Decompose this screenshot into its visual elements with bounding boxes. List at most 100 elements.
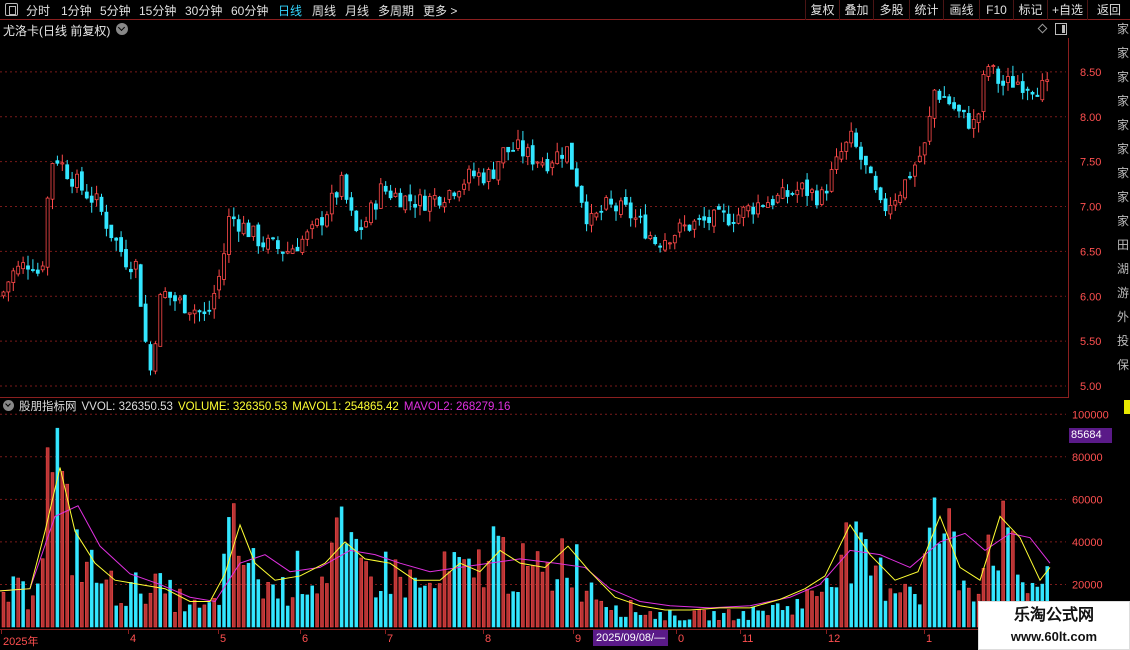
volume-bar <box>643 614 648 628</box>
volume-bar <box>795 598 800 628</box>
candle-body <box>285 251 290 254</box>
candle-body <box>819 189 824 205</box>
volume-bar <box>859 532 863 628</box>
watermark-title: 乐淘公式网 <box>1013 607 1094 624</box>
price-tick-label: 5.50 <box>1080 336 1101 348</box>
volume-bar <box>957 590 961 628</box>
candle-body <box>378 183 383 209</box>
volume-bar <box>31 595 35 628</box>
volume-bar <box>109 570 114 628</box>
candle-body <box>893 200 898 206</box>
candle-body <box>295 246 300 252</box>
candle-body <box>197 310 202 313</box>
date-tick <box>128 630 129 634</box>
volume-bar <box>447 571 452 628</box>
candle-body <box>256 224 261 247</box>
volume-bar <box>36 583 40 628</box>
candle-body <box>50 163 55 200</box>
volume-bar <box>687 619 692 628</box>
candle-body <box>124 249 128 268</box>
volume-bar <box>952 531 956 628</box>
volume-bar <box>521 543 525 628</box>
volume-bar <box>751 606 755 628</box>
volume-bar <box>60 471 65 628</box>
volume-bar <box>207 602 212 628</box>
volume-bar <box>472 577 476 628</box>
candle-body <box>413 204 418 208</box>
candle-body <box>584 201 589 225</box>
chevron-down-icon[interactable] <box>3 400 14 411</box>
volume-bar <box>178 588 182 628</box>
watermark-logo: 乐淘公式网 www.60lt.com <box>978 601 1130 650</box>
indicator-name[interactable]: 股朋指标网 <box>19 401 77 413</box>
date-tick <box>740 630 741 634</box>
volume-bar <box>197 607 202 628</box>
volume-bar <box>55 427 60 628</box>
candle-body <box>859 146 863 160</box>
volume-bar <box>555 579 559 628</box>
side-panel-glyph: 家 <box>1117 22 1130 36</box>
volume-bar <box>829 586 834 628</box>
volume-bar <box>854 521 858 628</box>
volume-bar <box>163 593 167 628</box>
candle-body <box>555 151 560 165</box>
volume-bar <box>379 591 383 628</box>
candle-body <box>45 197 50 268</box>
candle-body <box>40 265 45 271</box>
volume-bar <box>918 604 922 628</box>
candle-body <box>550 162 555 169</box>
volume-bar <box>94 582 99 628</box>
candle-body <box>506 146 511 153</box>
candle-body <box>702 216 707 221</box>
price-tick-label: 7.50 <box>1080 157 1101 169</box>
volume-bar <box>638 614 643 628</box>
volume-tick-label: 20000 <box>1072 579 1103 591</box>
candle-body <box>540 162 545 166</box>
volume-bar <box>717 620 721 628</box>
volume-bar <box>506 593 510 628</box>
kline-chart[interactable]: 5.00 5.50 6.00 6.50 7.00 7.50 8.00 8.50 20000 400… <box>0 0 1130 650</box>
candle-body <box>212 293 217 310</box>
vvol-value: VVOL: 326350.53 <box>81 401 173 413</box>
candle-body <box>687 224 692 231</box>
candle-body <box>217 275 222 291</box>
candle-body <box>427 196 432 212</box>
volume-bar <box>766 615 770 628</box>
volume-bar <box>550 590 555 628</box>
candle-body <box>761 205 765 207</box>
candle-body <box>182 294 187 314</box>
volume-bar <box>168 579 172 628</box>
volume-bar <box>707 620 711 628</box>
volume-bar <box>658 611 662 628</box>
volume-bar <box>148 592 153 628</box>
volume-bar <box>281 577 285 628</box>
candle-body <box>192 309 197 315</box>
volume-bar <box>908 586 912 628</box>
candle-body <box>481 172 486 184</box>
volume-bar <box>530 565 535 628</box>
volume-bar <box>888 588 893 628</box>
candle-body <box>746 205 751 212</box>
volume-bar <box>731 620 736 628</box>
candle-body <box>393 192 398 197</box>
volume-bar <box>584 590 589 628</box>
candle-body <box>947 96 952 105</box>
candle-body <box>432 195 437 200</box>
date-tick <box>483 630 484 634</box>
candle-body <box>790 193 795 195</box>
candle-body <box>648 235 653 239</box>
candle-body <box>962 109 966 113</box>
candle-body <box>604 197 609 210</box>
volume-bar <box>138 593 143 628</box>
candle-body <box>207 309 212 312</box>
date-tick-label: 8 <box>485 633 492 645</box>
candle-body <box>966 113 971 129</box>
candle-body <box>521 140 525 157</box>
candle-body <box>471 170 476 177</box>
volume-bar <box>70 575 74 628</box>
volume-bar <box>21 581 25 628</box>
volume-bar <box>364 561 368 628</box>
volume-bar <box>344 543 349 628</box>
volume-bar <box>217 604 221 628</box>
candle-body <box>913 164 917 177</box>
